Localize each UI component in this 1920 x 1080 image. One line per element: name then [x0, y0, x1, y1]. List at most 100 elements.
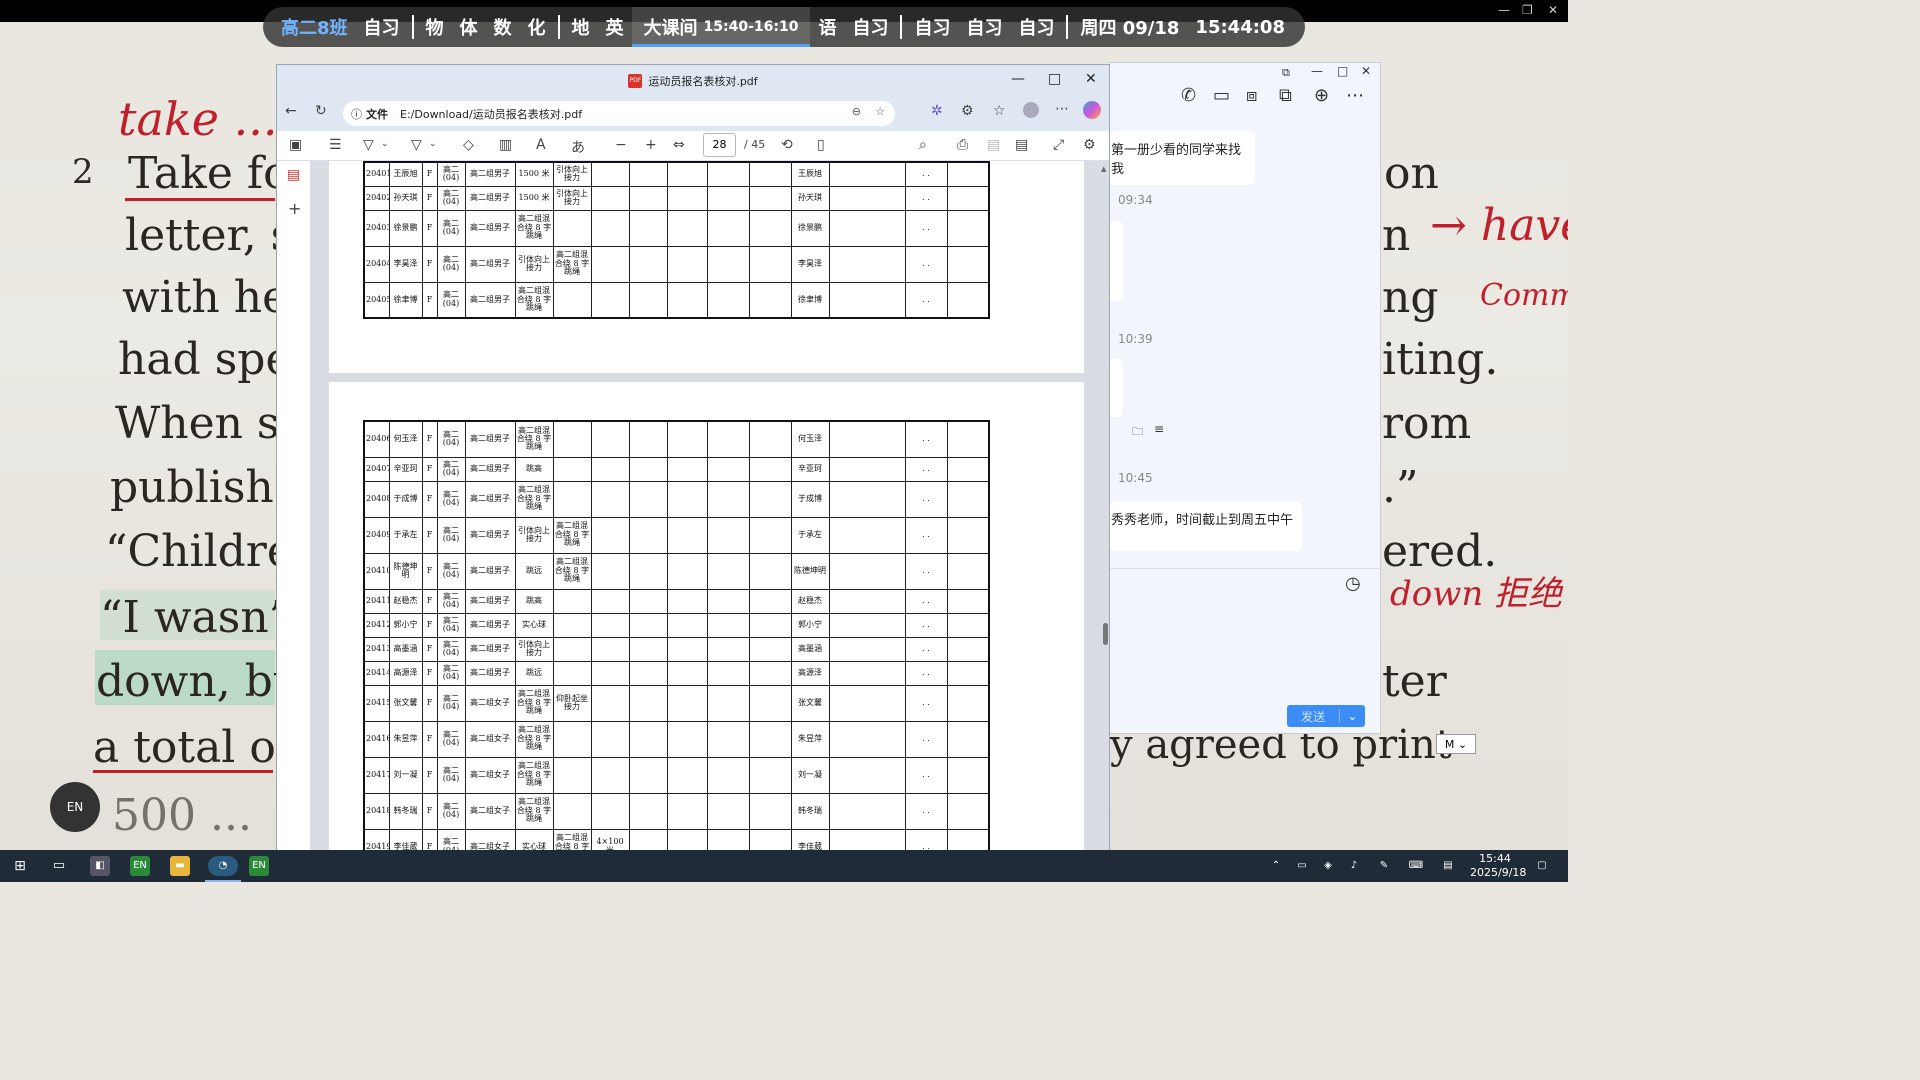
favorite-star-icon[interactable]: ☆	[875, 105, 885, 118]
notification-icon[interactable]: ▢	[1532, 856, 1552, 876]
security-icon[interactable]: ◈	[1318, 856, 1338, 876]
close-icon[interactable]: ✕	[1085, 71, 1097, 87]
save-as-icon[interactable]: ▤	[1015, 137, 1028, 153]
favorites-icon[interactable]: ☆	[993, 103, 1006, 119]
screen-share-icon[interactable]: ⧈	[1246, 85, 1257, 106]
app-icon[interactable]: ◧	[90, 856, 110, 876]
file-explorer-icon[interactable]: ▬	[170, 856, 190, 876]
chat-close-icon[interactable]: ✕	[1361, 64, 1371, 78]
book-number: 2	[72, 152, 94, 192]
video-icon[interactable]: ▭	[1213, 85, 1230, 106]
back-icon[interactable]: ←	[285, 103, 297, 119]
scrollbar-thumb[interactable]	[1103, 623, 1108, 645]
print-icon[interactable]: ⎙	[957, 137, 968, 153]
add-icon[interactable]: ⊕	[1314, 85, 1329, 106]
table-cell: 高二(04)	[436, 185, 466, 211]
search-icon[interactable]: ⌕	[919, 137, 927, 153]
info-icon[interactable]: ⓘ	[351, 106, 362, 122]
chevron-up-icon[interactable]: ⌃	[1266, 856, 1286, 876]
highlight-icon[interactable]: ▽	[363, 137, 374, 153]
send-button[interactable]: 发送 ⌄	[1287, 705, 1365, 727]
scroll-up-icon[interactable]: ▲	[1101, 165, 1106, 173]
table-cell	[946, 552, 990, 590]
table-cell	[946, 636, 990, 662]
table-cell: 徐聿博	[388, 281, 423, 319]
scrollbar[interactable]: ▲	[1101, 161, 1109, 881]
table-cell	[590, 588, 630, 614]
fit-width-icon[interactable]: ⇔	[673, 137, 685, 153]
bg-close-icon[interactable]: ✕	[1548, 3, 1558, 17]
ime-mode: M	[1444, 737, 1455, 751]
chevron-down-icon[interactable]: ⌄	[381, 139, 389, 149]
pdf-panel-icon[interactable]: ▤	[287, 167, 300, 183]
address-field[interactable]: ⓘ 文件 E:/Download/运动员报名表核对.pdf ⊖ ☆	[343, 101, 895, 126]
start-icon[interactable]: ⊞	[10, 856, 30, 876]
save-icon[interactable]: ▤	[987, 137, 1000, 153]
text-box-icon[interactable]: ▥	[499, 137, 512, 153]
task-view-icon[interactable]: ▭	[49, 856, 69, 876]
table-cell	[828, 456, 906, 482]
page-view-icon[interactable]: ▯	[817, 137, 825, 153]
rotate-icon[interactable]: ⟲	[781, 137, 793, 153]
folder-icon[interactable]: 🗀	[1132, 423, 1143, 442]
app-en-icon[interactable]: EN	[249, 856, 269, 876]
table-cell: 高二组男子	[464, 516, 516, 554]
taskbar-clock[interactable]: 15:44 2025/9/18	[1470, 852, 1526, 880]
table-cell	[552, 420, 592, 458]
phone-icon[interactable]: ✆	[1181, 85, 1196, 106]
table-cell	[590, 161, 630, 187]
history-icon[interactable]: ◷	[1345, 573, 1361, 594]
language-badge[interactable]: EN	[50, 782, 100, 832]
maximize-icon[interactable]: □	[1048, 71, 1061, 87]
zoom-icon[interactable]: ⊖	[852, 105, 861, 118]
page-number-input[interactable]: 28	[703, 133, 736, 157]
keyboard-icon[interactable]: ⌨	[1404, 856, 1428, 876]
table-cell: 20401	[363, 161, 390, 187]
table-cell	[628, 612, 668, 638]
draw-icon[interactable]: ▽	[411, 137, 422, 153]
remote-icon[interactable]: ⧉	[1279, 85, 1292, 106]
ime-indicator[interactable]: M ⌄	[1436, 734, 1476, 754]
pin-icon[interactable]: ⧉	[1282, 66, 1290, 80]
chat-minimize-icon[interactable]: —	[1311, 64, 1323, 78]
pdf-page: 20401 王辰旭 F 高二 (04) 高二组男子 1500 米引体向上接力 王辰旭. . 20…	[329, 161, 1084, 373]
edge-icon[interactable]: ◔	[208, 856, 238, 876]
table-cell	[552, 636, 592, 662]
more-icon[interactable]: ⋯	[1346, 85, 1364, 106]
table-cell	[828, 660, 906, 686]
table-cell: F	[421, 209, 438, 247]
puzzle-icon[interactable]: ⚙	[961, 103, 974, 119]
zoom-in-icon[interactable]: +	[645, 137, 657, 153]
copilot-icon[interactable]	[1083, 101, 1101, 119]
bg-restore-icon[interactable]: ❐	[1522, 3, 1533, 17]
volume-icon[interactable]: ♪	[1344, 856, 1364, 876]
app-en-icon[interactable]: EN	[130, 856, 150, 876]
settings-icon[interactable]: ⚙	[1083, 137, 1096, 153]
contents-icon[interactable]: ☰	[329, 137, 342, 153]
translate-icon[interactable]: あ	[571, 137, 585, 157]
refresh-icon[interactable]: ↻	[315, 103, 327, 119]
read-aloud-icon[interactable]: A	[536, 137, 546, 153]
fullscreen-icon[interactable]: ⤢	[1053, 137, 1064, 153]
more-icon[interactable]: ⋯	[1055, 101, 1069, 117]
table-cell: . .	[904, 516, 948, 554]
profile-avatar[interactable]	[1023, 102, 1039, 118]
zoom-out-icon[interactable]: −	[615, 137, 627, 153]
eraser-icon[interactable]: ◇	[463, 137, 474, 153]
chevron-down-icon[interactable]: ⌄	[1339, 709, 1365, 723]
bg-minimize-icon[interactable]: —	[1498, 3, 1510, 17]
extension-icon[interactable]: ✲	[931, 103, 943, 119]
sidebar-toggle-icon[interactable]: ▣	[289, 137, 302, 153]
add-icon[interactable]: +	[288, 199, 301, 218]
pen-icon[interactable]: ✎	[1374, 856, 1394, 876]
table-row: 20401 王辰旭 F 高二 (04) 高二组男子 1500 米引体向上接力 王辰旭. .	[363, 161, 990, 187]
table-row: 20408 于成博 F 高二 (04) 高二组男子 高二组混合绕 8 字跳绳 于成博. .	[363, 480, 990, 518]
chevron-down-icon[interactable]: ⌄	[429, 139, 437, 149]
pdf-content-area[interactable]: 20401 王辰旭 F 高二 (04) 高二组男子 1500 米引体向上接力 王辰旭. . 20…	[311, 161, 1109, 881]
display-icon[interactable]: ▤	[1438, 856, 1458, 876]
network-icon[interactable]: ▭	[1292, 856, 1312, 876]
list-icon[interactable]: ≡	[1154, 422, 1164, 436]
chat-maximize-icon[interactable]: □	[1337, 64, 1348, 78]
minimize-icon[interactable]: —	[1011, 71, 1025, 87]
table-cell: 高二组混合绕 8 字跳绳	[552, 245, 592, 283]
